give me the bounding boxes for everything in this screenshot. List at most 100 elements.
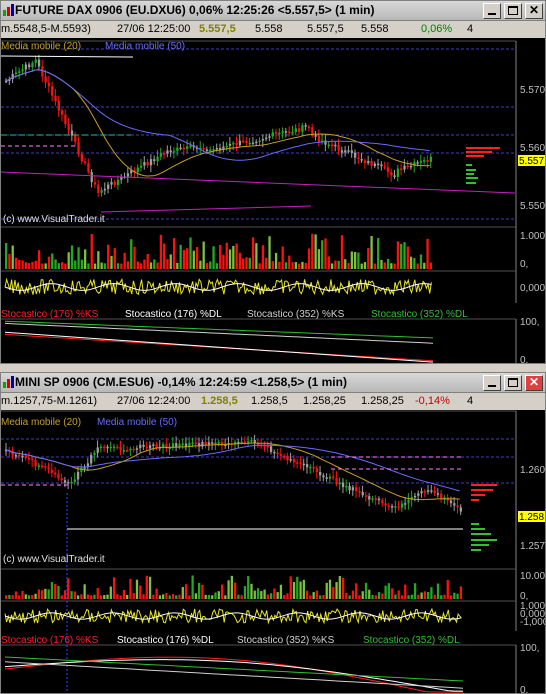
dax-volume-bar bbox=[84, 249, 87, 269]
dax-volume-bar bbox=[74, 260, 77, 269]
dax-volume-bar bbox=[268, 236, 271, 269]
sp-volume-bar bbox=[345, 592, 348, 599]
dax-candle bbox=[255, 141, 258, 144]
dax-candle bbox=[18, 71, 21, 73]
dax-candle bbox=[44, 76, 47, 83]
sp-volume-bar bbox=[158, 595, 162, 599]
sp-volume-bar bbox=[207, 594, 211, 599]
dax-ma20-label: Media mobile (20) bbox=[1, 41, 81, 52]
sp-volume-bar bbox=[305, 590, 309, 599]
sp-oscillator-line bbox=[4, 607, 462, 625]
sp-chart-window[interactable]: MINI SP 0906 (CM.ESU6) -0,14% 12:24:59 <… bbox=[0, 372, 546, 694]
dax-volume-bar bbox=[278, 261, 281, 269]
sp-ma20-label: Media mobile (20) bbox=[1, 417, 81, 428]
sp-candle bbox=[453, 503, 456, 506]
dax-volume-bar bbox=[219, 244, 222, 269]
sp-candle bbox=[211, 442, 214, 444]
dax-volume-tick: 1.000, bbox=[520, 231, 546, 242]
dax-candle bbox=[28, 64, 31, 67]
dax-candle bbox=[97, 184, 100, 193]
dax-candle bbox=[232, 142, 235, 145]
sp-volume-bar bbox=[443, 594, 446, 599]
dax-volume-bar bbox=[159, 234, 163, 269]
dax-stoch-line bbox=[4, 320, 434, 339]
dax-candle bbox=[419, 160, 423, 163]
sp-volume-tick: 10.000, bbox=[520, 571, 546, 582]
dax-candle bbox=[360, 159, 363, 161]
sp-candle bbox=[407, 499, 410, 504]
sp-candle bbox=[132, 448, 135, 451]
dax-volume-bar bbox=[225, 242, 228, 269]
sp-volume-profile-bar bbox=[471, 499, 479, 501]
dax-candle bbox=[57, 101, 60, 111]
sp-candle bbox=[302, 463, 305, 466]
sp-candle bbox=[387, 505, 391, 508]
sp-candle bbox=[371, 498, 374, 500]
sp-volume-bar bbox=[34, 593, 37, 599]
sp-candle bbox=[54, 472, 57, 475]
dax-volume-bar bbox=[274, 252, 278, 269]
sp-candle bbox=[18, 454, 21, 457]
dax-candle bbox=[172, 151, 176, 153]
dax-price-tick: 5.570, bbox=[520, 85, 546, 96]
dax-candle bbox=[189, 145, 192, 148]
sp-volume-bar bbox=[24, 594, 27, 599]
sp-candle bbox=[155, 444, 158, 448]
dax-candle bbox=[153, 159, 156, 162]
sp-volume-bar bbox=[413, 583, 417, 599]
dax-candle bbox=[67, 123, 70, 131]
sp-volume-bar bbox=[391, 588, 394, 599]
sp-volume-bar bbox=[148, 576, 152, 599]
sp-volume-bar bbox=[230, 575, 233, 599]
dax-volume-bar bbox=[199, 260, 202, 269]
dax-volume-bar bbox=[139, 263, 143, 269]
sp-volume-bar bbox=[446, 579, 449, 599]
dax-volume-bar bbox=[136, 261, 139, 269]
dax-volume-bar bbox=[416, 263, 419, 269]
sp-chart-canvas[interactable]: 1.260, 1.257, 1.258,5 Media mobile (20) Medi… bbox=[1, 373, 546, 694]
sp-candle bbox=[312, 466, 315, 469]
sp-volume-bar bbox=[204, 594, 207, 599]
sp-volume-bar bbox=[234, 582, 237, 599]
dax-candle bbox=[357, 157, 360, 160]
dax-candle bbox=[93, 182, 97, 185]
dax-volume-bar bbox=[242, 258, 245, 269]
sp-volume-bar bbox=[132, 592, 135, 599]
dax-candle bbox=[182, 147, 186, 150]
dax-candle bbox=[393, 175, 396, 178]
dax-candle bbox=[215, 148, 218, 150]
dax-volume-bar bbox=[130, 239, 133, 269]
dax-volume-bar bbox=[47, 256, 51, 269]
sp-stoch-line bbox=[4, 661, 464, 689]
dax-volume-bar bbox=[298, 263, 301, 269]
dax-price-tick: 5.560, bbox=[520, 143, 546, 154]
sp-candle bbox=[374, 498, 377, 500]
sp-volume-bar bbox=[410, 594, 413, 599]
sp-volume-bar bbox=[302, 579, 305, 599]
dax-volume-bar bbox=[330, 263, 334, 269]
dax-volume-bar bbox=[353, 252, 357, 269]
sp-candle bbox=[273, 451, 276, 454]
dax-candle bbox=[330, 144, 334, 146]
dax-stoch-label: Stocastico (352) %KS bbox=[247, 309, 345, 320]
sp-volume-bar bbox=[243, 586, 247, 599]
dax-chart-canvas[interactable]: 5.570, 5.560, 5.550, 5.557, Media mobile (20… bbox=[1, 1, 546, 364]
dax-candle bbox=[209, 149, 212, 152]
sp-volume-profile-bar bbox=[471, 484, 497, 486]
sp-volume-bar bbox=[175, 595, 178, 599]
sp-candle bbox=[269, 446, 273, 452]
sp-volume-bar bbox=[387, 583, 391, 599]
sp-volume-bar bbox=[289, 576, 292, 599]
sp-candle bbox=[34, 460, 37, 467]
sp-volume-bar bbox=[328, 579, 332, 599]
sp-candle bbox=[119, 446, 122, 451]
dax-candle bbox=[284, 131, 288, 133]
dax-volume-bar bbox=[172, 238, 176, 269]
sp-volume-bar bbox=[76, 595, 80, 599]
dax-volume-bar bbox=[195, 247, 199, 269]
sp-volume-bar bbox=[361, 591, 364, 599]
dax-volume-bar bbox=[100, 262, 103, 269]
dax-chart-window[interactable]: FUTURE DAX 0906 (EU.DXU6) 0,06% 12:25:26… bbox=[0, 0, 546, 364]
dax-candle bbox=[304, 125, 307, 127]
dax-stoch-label: Stocastico (176) %DL bbox=[125, 309, 222, 320]
